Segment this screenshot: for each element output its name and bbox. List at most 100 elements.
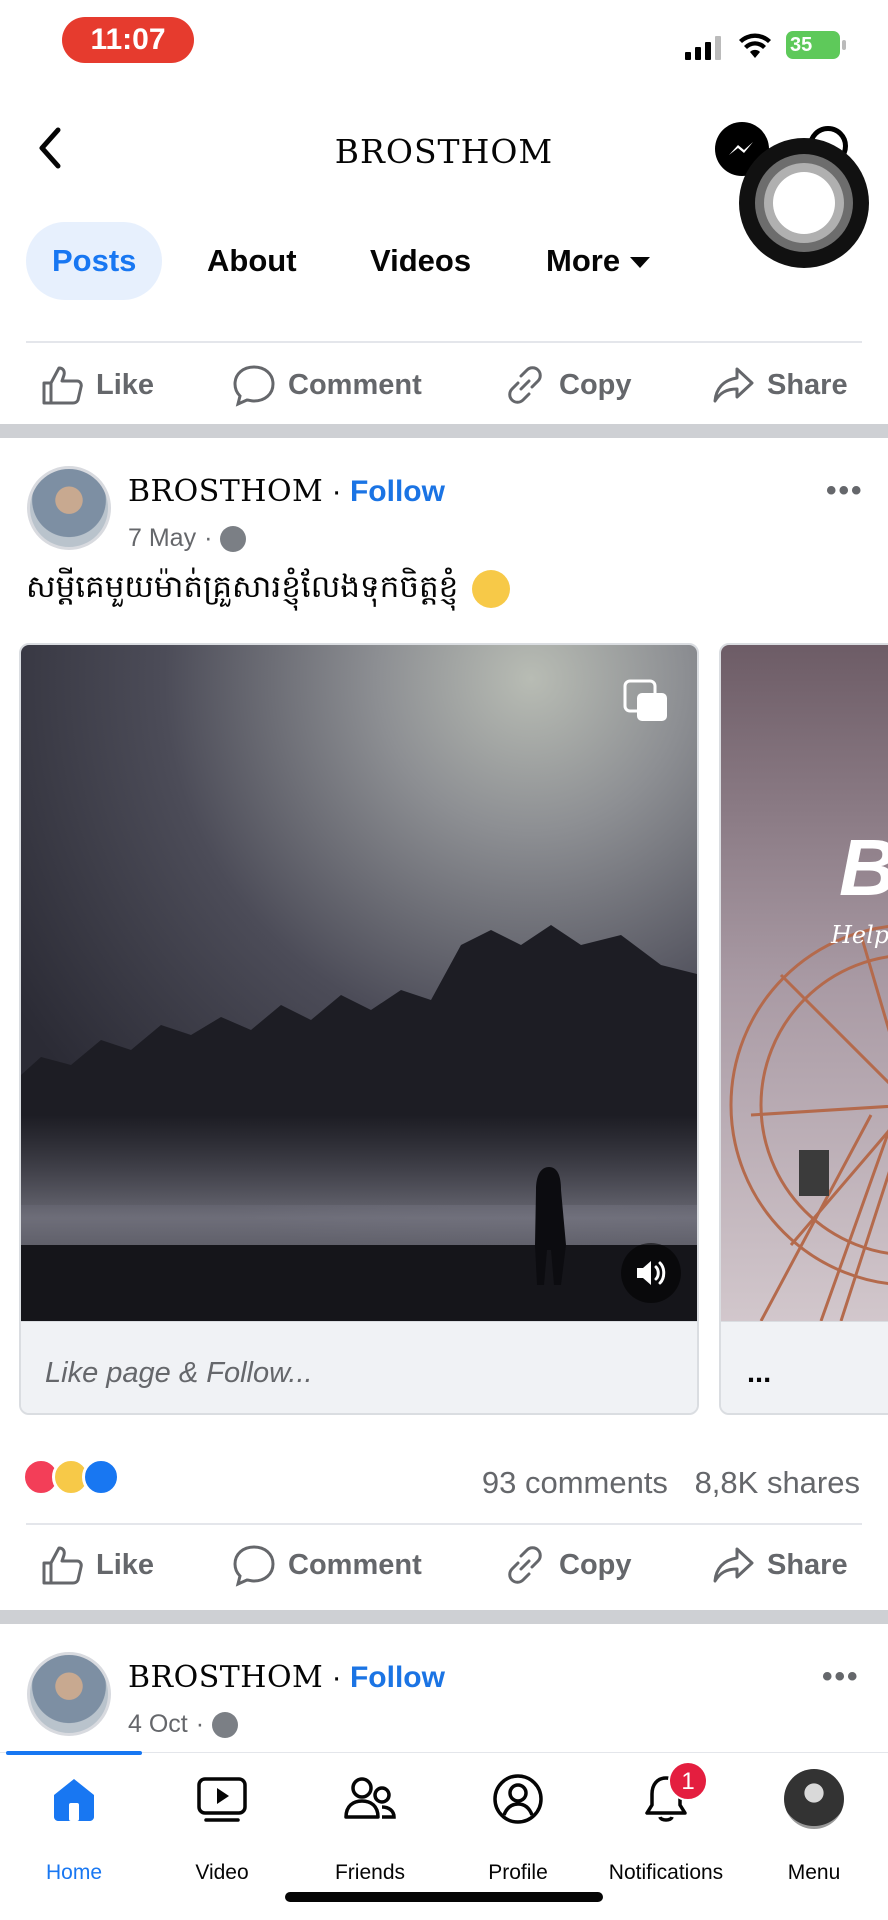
comment-label: Comment <box>288 368 422 401</box>
comment-label: Comment <box>288 1548 422 1581</box>
sound-toggle-button[interactable] <box>621 1243 681 1303</box>
avatar[interactable] <box>27 466 111 550</box>
card-caption-peek[interactable]: ... <box>721 1321 888 1413</box>
battery-tip <box>842 40 846 50</box>
shares-count[interactable]: 8,8K shares <box>695 1465 860 1500</box>
separator: · <box>331 1661 342 1694</box>
profile-tabs: Posts About Videos More <box>0 222 888 300</box>
home-icon <box>54 1779 94 1821</box>
foggy-night-image <box>21 645 697 1321</box>
signal-icon <box>685 36 721 60</box>
share-label: Share <box>767 368 848 401</box>
share-button[interactable]: Share <box>711 1530 848 1600</box>
meta-separator: · <box>195 1710 205 1738</box>
card-caption[interactable]: Like page & Follow... <box>21 1321 697 1413</box>
globe-icon <box>220 525 247 552</box>
status-time: 11:07 <box>62 17 194 63</box>
speaker-icon <box>637 1261 666 1285</box>
link-icon <box>508 366 542 404</box>
video-thumbnail[interactable] <box>21 645 697 1321</box>
video-icon <box>197 1777 247 1822</box>
post-date[interactable]: 4 Oct <box>128 1710 188 1739</box>
share-icon <box>713 367 754 403</box>
follow-button[interactable]: Follow <box>350 1661 445 1694</box>
share-label: Share <box>767 1548 848 1581</box>
more-options-button[interactable]: ••• <box>822 1660 860 1694</box>
post-header: BROSTHOM · Follow 4 Oct · ••• <box>0 1652 888 1762</box>
like-label: Like <box>96 1548 155 1581</box>
copy-button[interactable]: Copy <box>503 350 632 420</box>
post-meta: 7 May · <box>128 524 247 553</box>
copy-label: Copy <box>559 368 632 401</box>
nav-friends-label: Friends <box>334 1861 406 1884</box>
nav-video-label: Video <box>195 1861 249 1884</box>
nav-home-label: Home <box>45 1861 103 1884</box>
reactions-summary[interactable] <box>22 1458 132 1498</box>
battery-icon: 35 <box>786 31 840 59</box>
copy-button[interactable]: Copy <box>503 1530 632 1600</box>
comment-button[interactable]: Comment <box>232 1530 422 1600</box>
link-icon <box>508 1546 542 1584</box>
tab-videos[interactable]: Videos <box>370 222 471 300</box>
avatar[interactable] <box>27 1652 111 1736</box>
follow-button[interactable]: Follow <box>350 475 445 508</box>
media-carousel[interactable]: Like page & Follow... Help ... <box>0 643 888 1415</box>
comment-button[interactable]: Comment <box>232 350 422 420</box>
action-row: Like Comment Copy Share <box>0 1530 888 1600</box>
multi-photo-icon <box>623 679 667 721</box>
section-divider <box>0 424 888 438</box>
author-line: BROSTHOM · Follow <box>128 1660 445 1695</box>
ferris-wheel-image: B Help L <box>721 645 888 1321</box>
card-overlay-subtext: Help L <box>830 921 888 949</box>
nav-menu-label: Menu <box>787 1861 841 1884</box>
card-overlay-text: B <box>839 823 888 912</box>
post-text-content: សម្តីគេមួយម៉ាត់គ្រួសារខ្ញុំលែងទុកចិត្តខ្… <box>26 569 459 605</box>
thumbs-up-icon <box>42 366 83 405</box>
like-button[interactable]: Like <box>40 350 154 420</box>
notification-badge: 1 <box>668 1761 708 1801</box>
tab-more-label: More <box>546 243 621 278</box>
author-name[interactable]: BROSTHOM <box>128 474 323 509</box>
tab-more[interactable]: More <box>546 222 651 300</box>
meta-separator: · <box>204 524 213 552</box>
wifi-icon <box>739 33 771 58</box>
carousel-card[interactable]: Like page & Follow... <box>19 643 699 1415</box>
globe-icon <box>212 1711 239 1738</box>
author-line: BROSTHOM · Follow <box>128 474 445 509</box>
post-date[interactable]: 7 May <box>128 524 196 553</box>
post-header: BROSTHOM · Follow 7 May · ••• <box>0 466 888 576</box>
thumbs-up-icon <box>42 1546 83 1585</box>
status-bar: 11:07 35 <box>0 0 888 88</box>
like-button[interactable]: Like <box>40 1530 154 1600</box>
nav-active-indicator <box>6 1751 142 1755</box>
carousel-card-peek[interactable]: B Help L ... <box>719 643 888 1415</box>
copy-label: Copy <box>559 1548 632 1581</box>
separator: · <box>331 475 342 508</box>
tab-posts[interactable]: Posts <box>26 222 163 300</box>
home-indicator[interactable] <box>285 1892 603 1902</box>
comments-count[interactable]: 93 comments <box>482 1465 668 1500</box>
like-label: Like <box>96 368 155 401</box>
share-button[interactable]: Share <box>711 350 848 420</box>
engagement-counts: 93 comments 8,8K shares <box>464 1465 860 1501</box>
pensive-face-icon <box>472 569 511 608</box>
post-meta: 4 Oct · <box>128 1710 239 1739</box>
section-divider <box>0 1610 888 1624</box>
nav-profile-label: Profile <box>488 1861 548 1884</box>
ferris-wheel-thumbnail[interactable]: B Help L <box>721 645 888 1321</box>
caret-down-icon <box>630 257 651 269</box>
comment-icon <box>233 1545 275 1587</box>
post-text: សម្តីគេមួយម៉ាត់គ្រួសារខ្ញុំលែងទុកចិត្តខ្… <box>26 568 511 613</box>
share-icon <box>713 1547 754 1583</box>
like-reaction-icon <box>82 1458 120 1496</box>
divider <box>26 341 862 343</box>
divider <box>26 1523 862 1525</box>
menu-avatar <box>784 1769 844 1829</box>
profile-icon <box>493 1774 543 1824</box>
author-name[interactable]: BROSTHOM <box>128 1660 323 1695</box>
comment-icon <box>233 365 275 407</box>
more-options-button[interactable]: ••• <box>826 474 864 508</box>
friends-icon <box>344 1777 396 1819</box>
nav-notifications-label: Notifications <box>608 1861 724 1884</box>
tab-about[interactable]: About <box>207 222 297 300</box>
